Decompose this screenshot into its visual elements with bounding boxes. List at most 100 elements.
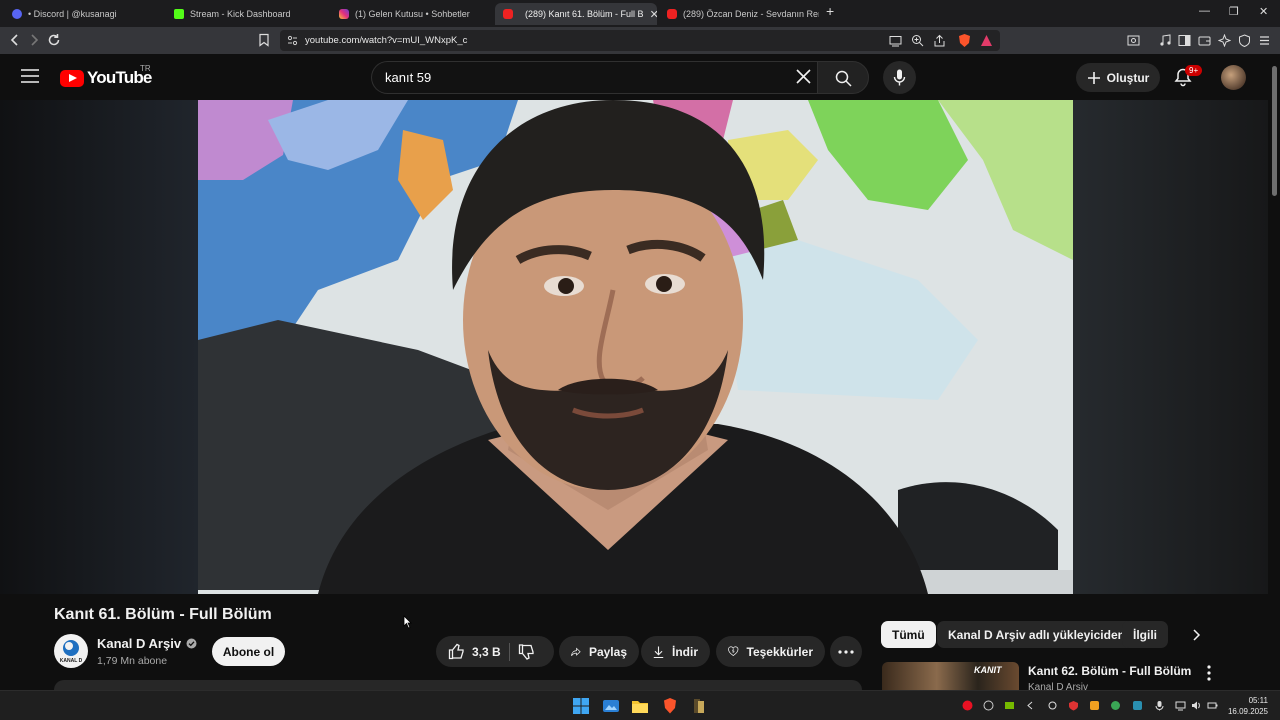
tab-label: Stream - Kick Dashboard	[190, 9, 291, 19]
chevron-right-icon[interactable]	[1188, 627, 1204, 643]
tray-record-icon[interactable]	[962, 700, 973, 711]
minimize-button[interactable]: —	[1199, 5, 1210, 17]
recommendation-title[interactable]: Kanıt 62. Bölüm - Full Bölüm	[1028, 664, 1191, 678]
tab-instagram[interactable]: (1) Gelen Kutusu • Sohbetler	[331, 3, 495, 25]
create-label: Oluştur	[1106, 70, 1150, 85]
subscribe-button[interactable]: Abone ol	[212, 637, 285, 666]
tab-label: (289) Özcan Deniz - Sevdanın Rengi	[683, 9, 819, 19]
share-button[interactable]: Paylaş	[559, 636, 639, 667]
channel-avatar[interactable]: KANAL D	[54, 634, 88, 668]
brave-browser-icon[interactable]	[661, 697, 679, 715]
vpn-icon[interactable]	[1238, 34, 1251, 47]
subscriber-count: 1,79 Mn abone	[97, 655, 168, 667]
back-icon[interactable]	[7, 32, 23, 48]
wallet-icon[interactable]	[1198, 34, 1211, 47]
leo-ai-icon[interactable]	[1218, 34, 1231, 47]
youtube-icon	[503, 9, 513, 19]
kick-icon	[174, 9, 184, 19]
share-page-icon[interactable]	[933, 34, 946, 47]
tab-kick[interactable]: Stream - Kick Dashboard	[166, 3, 330, 25]
new-tab-button[interactable]: +	[826, 3, 834, 19]
tray-arrow-icon[interactable]	[1025, 700, 1036, 711]
region-code: TR	[140, 64, 151, 73]
download-button[interactable]: İndir	[641, 636, 710, 667]
scrollbar-thumb[interactable]	[1272, 66, 1277, 196]
sidebar-toggle-icon[interactable]	[1178, 34, 1191, 47]
recommendation-thumbnail[interactable]: KANIT	[882, 662, 1019, 692]
close-window-button[interactable]: ✕	[1259, 5, 1268, 18]
screenshot-icon[interactable]	[1127, 34, 1140, 47]
clear-search-icon[interactable]	[795, 68, 812, 85]
app-icon[interactable]	[690, 697, 708, 715]
youtube-icon	[667, 9, 677, 19]
video-player[interactable]	[0, 100, 1268, 594]
tray-network-icon[interactable]	[1175, 700, 1186, 711]
guide-menu-icon[interactable]	[21, 69, 39, 83]
tab-label: • Discord | @kusanagi	[28, 9, 117, 19]
account-avatar[interactable]	[1221, 65, 1246, 90]
channel-name-row[interactable]: Kanal D Arşiv	[97, 636, 197, 651]
channel-logo-text: KANAL D	[60, 658, 83, 664]
tab-discord[interactable]: • Discord | @kusanagi	[4, 3, 164, 25]
zoom-icon[interactable]	[911, 34, 924, 47]
tray-shield-icon[interactable]	[1068, 700, 1079, 711]
thanks-button[interactable]: $ Teşekkürler	[716, 636, 825, 667]
brave-rewards-icon[interactable]	[980, 34, 993, 47]
search-input[interactable]: kanıt 59	[371, 61, 818, 94]
video-title: Kanıt 61. Bölüm - Full Bölüm	[54, 606, 272, 623]
browser-tab-strip: • Discord | @kusanagi Stream - Kick Dash…	[0, 0, 1280, 27]
site-info-icon[interactable]	[287, 35, 298, 46]
close-tab-icon[interactable]: ✕	[650, 8, 657, 21]
tray-steam-icon[interactable]	[983, 700, 994, 711]
youtube-logo[interactable]: YouTube TR	[60, 64, 152, 88]
windows-taskbar: 05:11 16.09.2025	[0, 690, 1280, 720]
search-button[interactable]	[817, 61, 869, 94]
thumbs-down-icon[interactable]	[518, 643, 535, 660]
brave-shields-icon[interactable]	[957, 33, 972, 48]
url-text: youtube.com/watch?v=mUI_WNxpK_c	[305, 35, 468, 46]
more-vertical-icon[interactable]	[1201, 664, 1217, 682]
tray-nvidia-icon[interactable]	[1004, 700, 1015, 711]
maximize-button[interactable]: ❐	[1229, 5, 1239, 18]
chip-from-uploader[interactable]: Kanal D Arşiv adlı yükleyiciden	[937, 621, 1136, 648]
discord-icon	[12, 9, 22, 19]
like-button[interactable]: 3,3 B	[448, 643, 501, 660]
youtube-masthead: YouTube TR kanıt 59 Oluştur 9+	[0, 54, 1268, 100]
taskbar-clock[interactable]: 05:11 16.09.2025	[1226, 695, 1268, 717]
tray-mic-icon[interactable]	[1154, 700, 1165, 711]
search-query: kanıt 59	[385, 70, 432, 85]
tray-network-app-icon[interactable]	[1132, 700, 1143, 711]
notification-count-badge: 9+	[1185, 65, 1203, 76]
tray-volume-icon[interactable]	[1191, 700, 1202, 711]
svg-text:$: $	[732, 649, 735, 654]
reload-icon[interactable]	[46, 32, 62, 48]
thumbnail-badge: KANIT	[974, 665, 1002, 675]
forward-icon[interactable]	[26, 32, 42, 48]
menu-icon[interactable]	[1258, 34, 1271, 47]
share-label: Paylaş	[588, 644, 627, 659]
chip-all[interactable]: Tümü	[881, 621, 936, 648]
cast-icon[interactable]	[889, 34, 902, 47]
bookmark-icon[interactable]	[257, 33, 271, 47]
video-still-image	[198, 100, 1073, 594]
media-icon[interactable]	[1159, 34, 1172, 47]
video-frame[interactable]	[198, 100, 1073, 594]
like-count: 3,3 B	[472, 644, 501, 659]
tray-green-icon[interactable]	[1110, 700, 1121, 711]
address-bar[interactable]: youtube.com/watch?v=mUI_WNxpK_c	[280, 30, 1000, 51]
windows-start-icon[interactable]	[572, 697, 590, 715]
tray-app-icon[interactable]	[1089, 700, 1100, 711]
tray-battery-icon[interactable]	[1207, 700, 1218, 711]
youtube-play-icon	[60, 69, 84, 87]
tab-youtube-2[interactable]: (289) Özcan Deniz - Sevdanın Rengi	[659, 3, 819, 25]
voice-search-button[interactable]	[883, 61, 916, 94]
widgets-icon[interactable]	[602, 697, 620, 715]
tab-youtube-active[interactable]: (289) Kanıt 61. Bölüm - Full B ✕	[495, 3, 657, 25]
browser-toolbar: youtube.com/watch?v=mUI_WNxpK_c	[0, 27, 1280, 54]
more-actions-button[interactable]	[830, 636, 862, 667]
create-button[interactable]: Oluştur	[1076, 63, 1160, 92]
chip-related[interactable]: İlgili	[1122, 621, 1168, 648]
verified-badge-icon	[186, 638, 197, 649]
tray-settings-icon[interactable]	[1047, 700, 1058, 711]
file-explorer-icon[interactable]	[631, 697, 649, 715]
